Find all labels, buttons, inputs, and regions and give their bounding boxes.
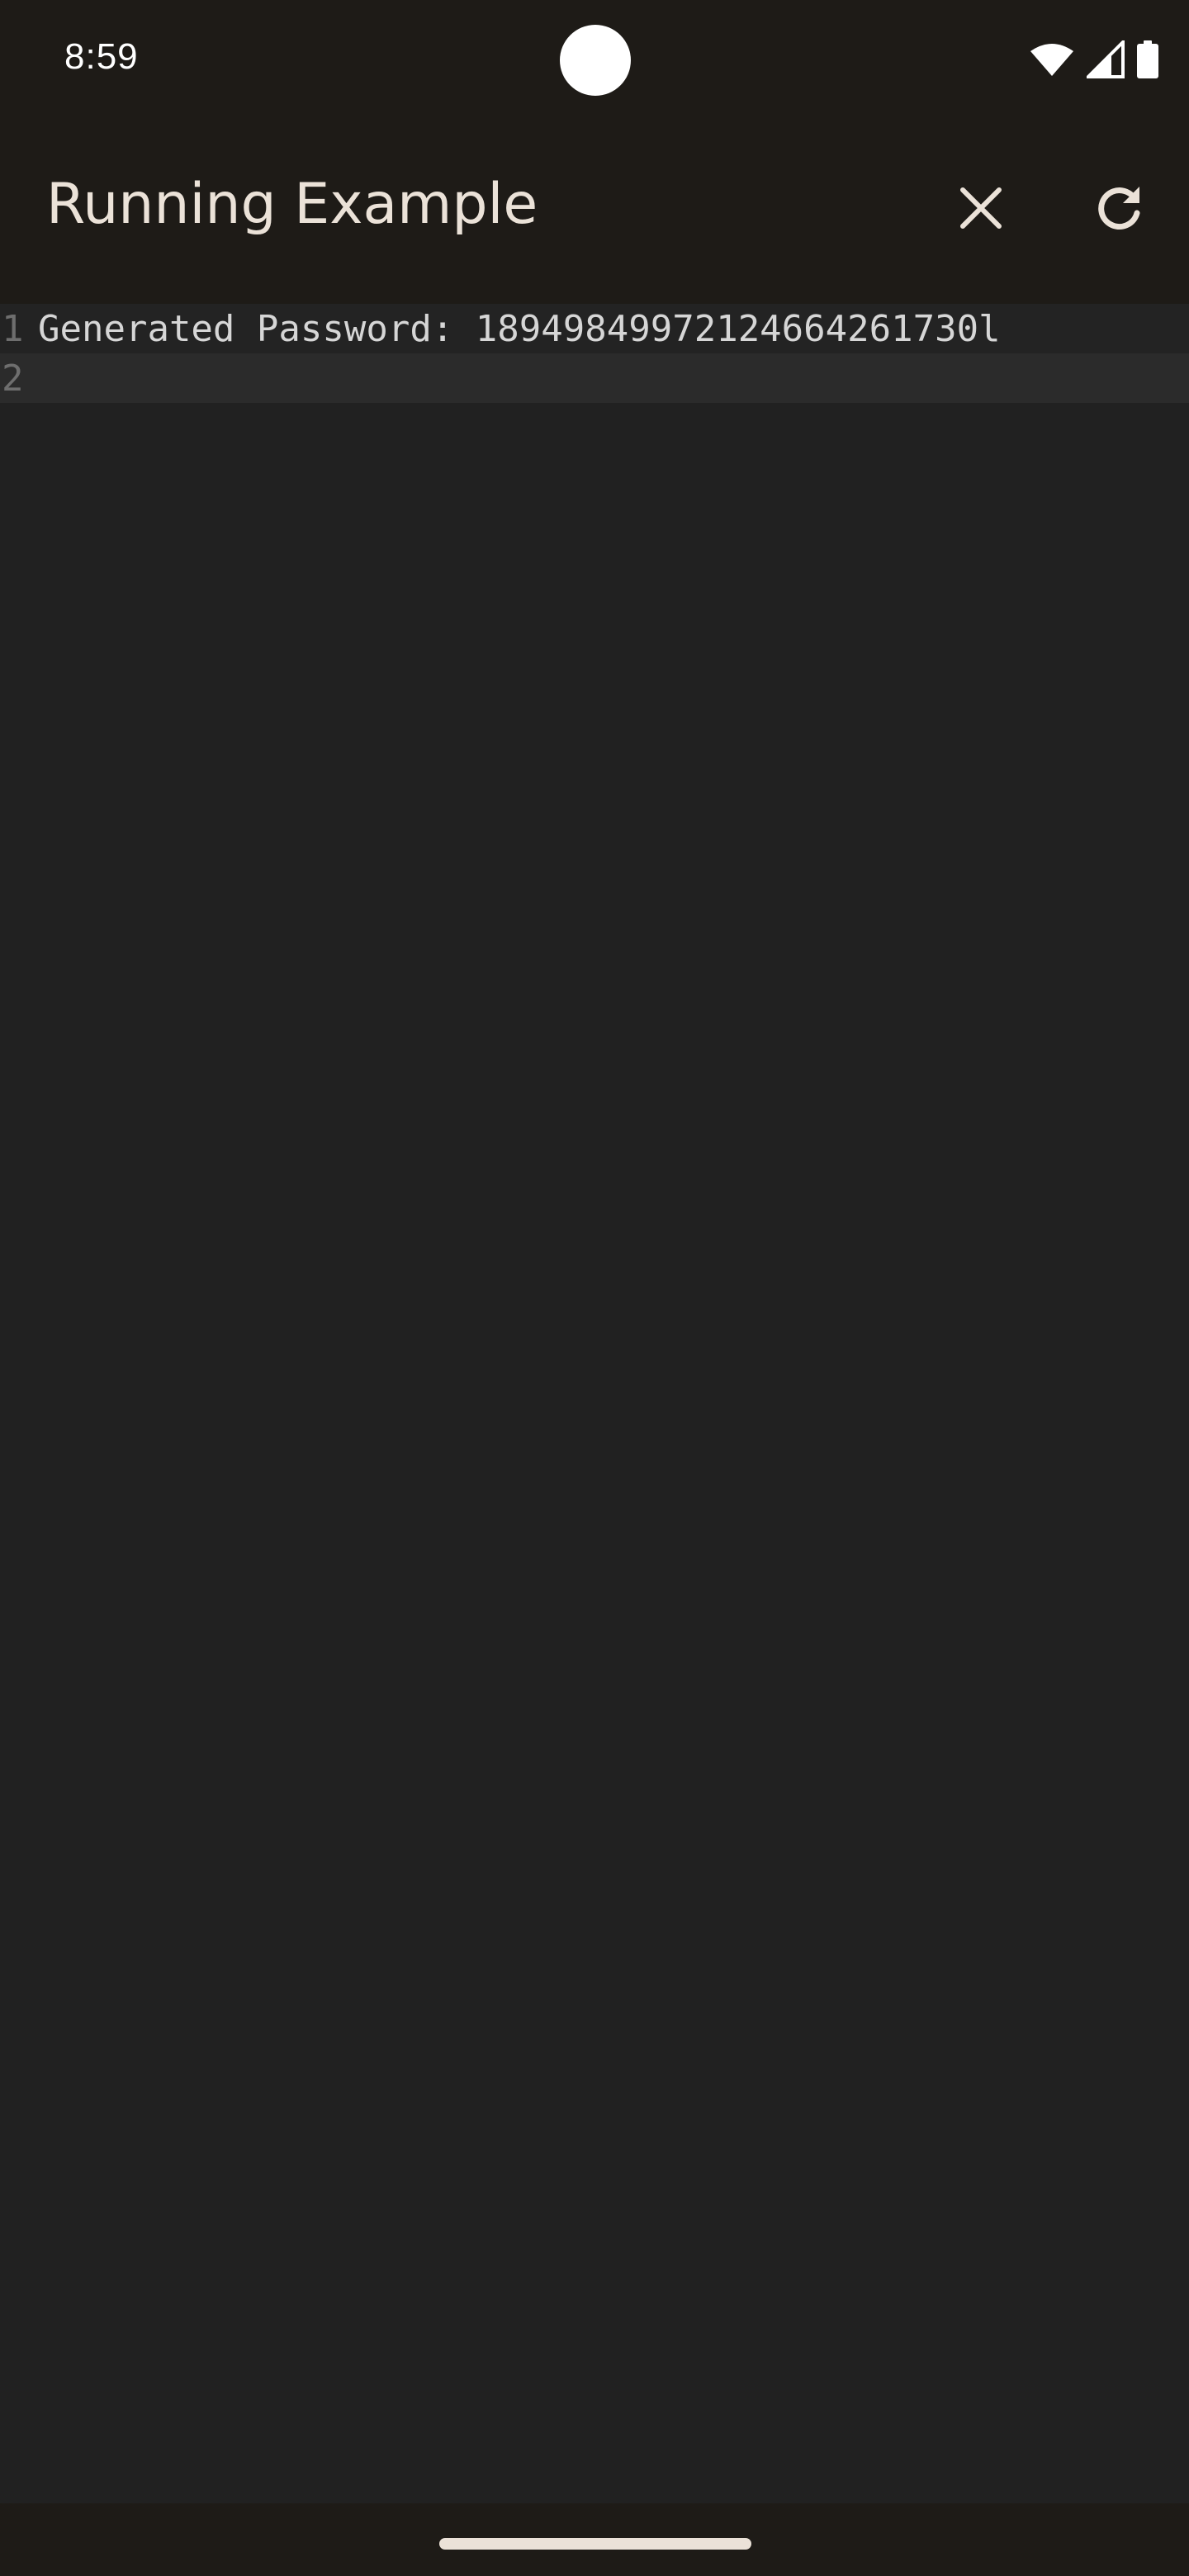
wifi-icon <box>1029 41 1075 78</box>
status-bar: 8:59 <box>0 0 1189 124</box>
line-text: Generated Password: 18949849972124664261… <box>38 307 1001 350</box>
close-icon <box>956 183 1006 237</box>
status-time: 8:59 <box>64 36 139 77</box>
status-icons <box>1029 36 1159 83</box>
output-editor[interactable]: 1 Generated Password: 189498499721246642… <box>0 304 1189 2503</box>
battery-icon <box>1136 40 1159 78</box>
line-number: 1 <box>2 307 24 350</box>
refresh-icon <box>1093 182 1146 239</box>
camera-cutout <box>560 25 631 96</box>
code-line: 2 <box>0 353 1189 403</box>
navigation-bar <box>0 2503 1189 2576</box>
cellular-signal-icon <box>1087 40 1125 78</box>
rerun-button[interactable] <box>1078 168 1161 251</box>
page-title: Running Example <box>46 172 538 237</box>
home-indicator[interactable] <box>439 2538 751 2550</box>
app-screen: 8:59 Running Example 1 Generated Passwor… <box>0 0 1189 2576</box>
app-bar: Running Example <box>0 124 1189 304</box>
line-number: 2 <box>2 357 24 400</box>
close-button[interactable] <box>940 168 1022 251</box>
code-line: 1 Generated Password: 189498499721246642… <box>0 304 1189 353</box>
